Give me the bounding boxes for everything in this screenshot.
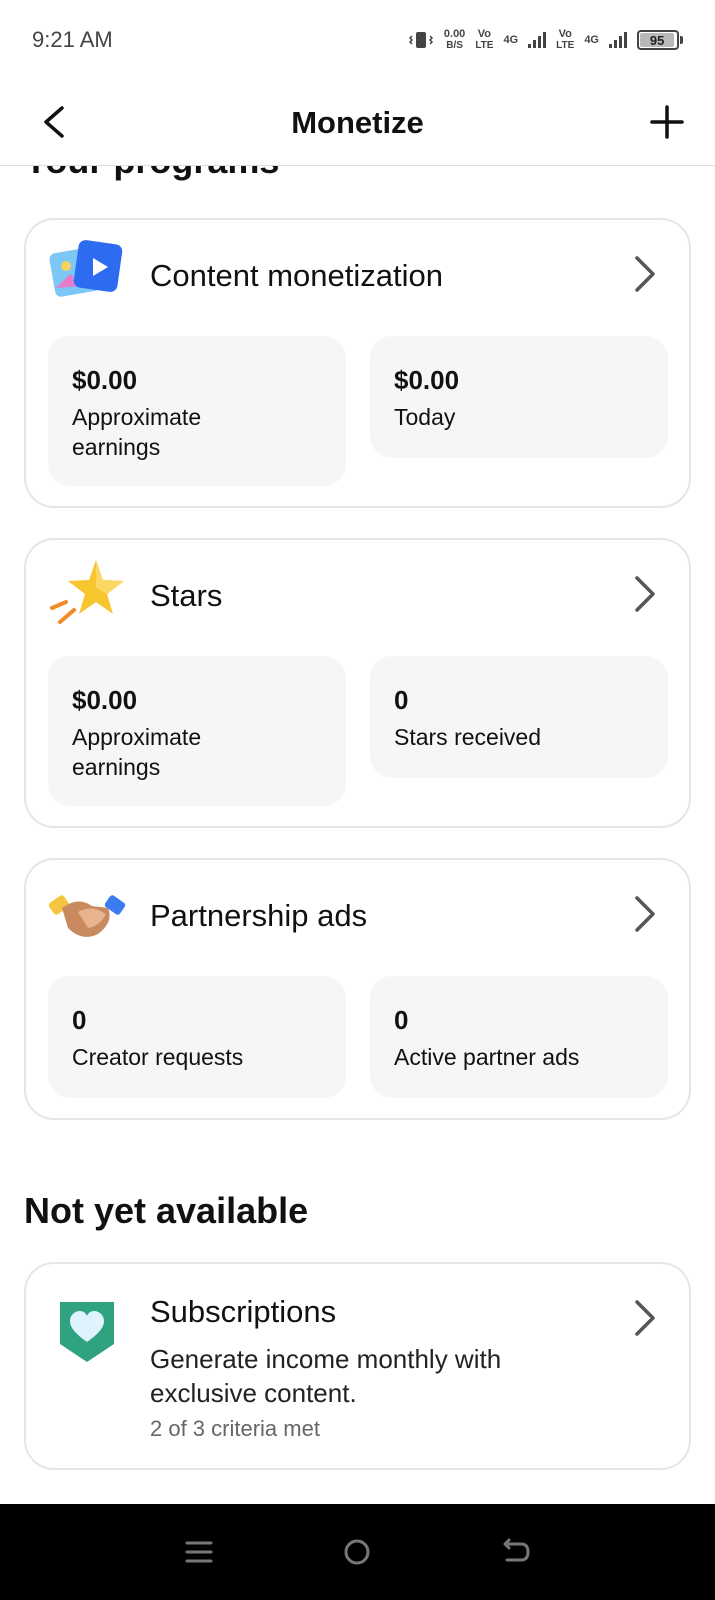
sim1-volte: Vo LTE [475, 28, 494, 52]
stat-value: $0.00 [394, 365, 460, 395]
add-icon[interactable] [647, 102, 687, 142]
monetize-content[interactable]: Your programs Content monetization $0.00… [0, 166, 715, 1504]
subscriptions-description: Generate income monthly with exclusive c… [150, 1344, 502, 1408]
stat-value: 0 [72, 1005, 87, 1035]
chevron-right-icon[interactable] [631, 254, 659, 294]
programs-section-title: Your programs [24, 166, 279, 182]
stat-label: Today [394, 404, 456, 430]
card-header[interactable]: Stars [26, 540, 689, 652]
stat-approximate-earnings: $0.00 Approximate earnings [48, 656, 346, 806]
star-icon [50, 560, 124, 624]
page-title: Monetize [291, 104, 424, 140]
stat-label: Stars received [394, 724, 542, 750]
system-nav-bar [0, 1504, 715, 1600]
stat-value: 0 [394, 1005, 409, 1035]
content-monetization-card[interactable]: Content monetization $0.00 Approximate e… [24, 218, 691, 508]
menu-icon[interactable] [182, 1535, 216, 1569]
battery-level: 95 [640, 33, 675, 48]
stat-creator-requests: 0 Creator requests [48, 976, 346, 1098]
subscriptions-criteria: 2 of 3 criteria met [150, 1416, 320, 1441]
chevron-right-icon[interactable] [631, 574, 659, 614]
card-header[interactable]: Partnership ads [26, 860, 689, 972]
sim2-volte: Vo LTE [556, 28, 575, 52]
stat-label: Approximate earnings [72, 724, 202, 780]
stat-label: Approximate earnings [72, 404, 202, 460]
stat-value: 0 [394, 685, 409, 715]
subscriptions-card[interactable]: Subscriptions Generate income monthly wi… [24, 1262, 691, 1470]
card-title: Content monetization [150, 258, 443, 293]
sim1-network: 4G [503, 33, 519, 46]
battery-icon: 95 [637, 30, 683, 50]
stat-approximate-earnings: $0.00 Approximate earnings [48, 336, 346, 486]
sim2-network: 4G [584, 33, 599, 46]
handshake-icon [48, 895, 126, 937]
stat-value: $0.00 [72, 365, 138, 395]
stat-value: $0.00 [72, 685, 138, 715]
partnership-ads-card[interactable]: Partnership ads 0 Creator requests 0 Act… [24, 858, 691, 1120]
sim1-signal-icon [528, 32, 547, 48]
chevron-right-icon[interactable] [631, 1298, 659, 1338]
chevron-right-icon[interactable] [631, 894, 659, 934]
data-speed: 0.00 B/S [443, 28, 466, 52]
stat-label: Active partner ads [394, 1044, 580, 1070]
not-available-section-title: Not yet available [24, 1190, 309, 1231]
card-header[interactable]: Content monetization [26, 220, 689, 332]
card-title: Partnership ads [150, 898, 368, 933]
back-nav-icon[interactable] [499, 1535, 533, 1569]
app-header: Monetize [0, 80, 715, 166]
back-arrow-icon[interactable] [36, 102, 76, 142]
subscriptions-title: Subscriptions [150, 1294, 337, 1329]
status-time: 9:21 AM [32, 27, 113, 52]
stat-label: Creator requests [72, 1044, 244, 1070]
sim2-signal-icon [609, 32, 627, 48]
heart-badge-icon [60, 1302, 114, 1362]
card-title: Stars [150, 578, 223, 613]
photo-video-icon [49, 240, 123, 297]
vibrate-icon [408, 32, 433, 48]
stat-active-partner-ads: 0 Active partner ads [370, 976, 668, 1098]
status-bar: 9:21 AM 0.00 B/S Vo LTE 4G Vo LTE 4G 95 [0, 0, 715, 80]
status-indicators: 0.00 B/S Vo LTE 4G Vo LTE 4G 95 [408, 29, 683, 51]
home-icon[interactable] [340, 1535, 374, 1569]
stat-today: $0.00 Today [370, 336, 668, 458]
stars-card[interactable]: Stars $0.00 Approximate earnings 0 Stars… [24, 538, 691, 828]
stat-stars-received: 0 Stars received [370, 656, 668, 778]
